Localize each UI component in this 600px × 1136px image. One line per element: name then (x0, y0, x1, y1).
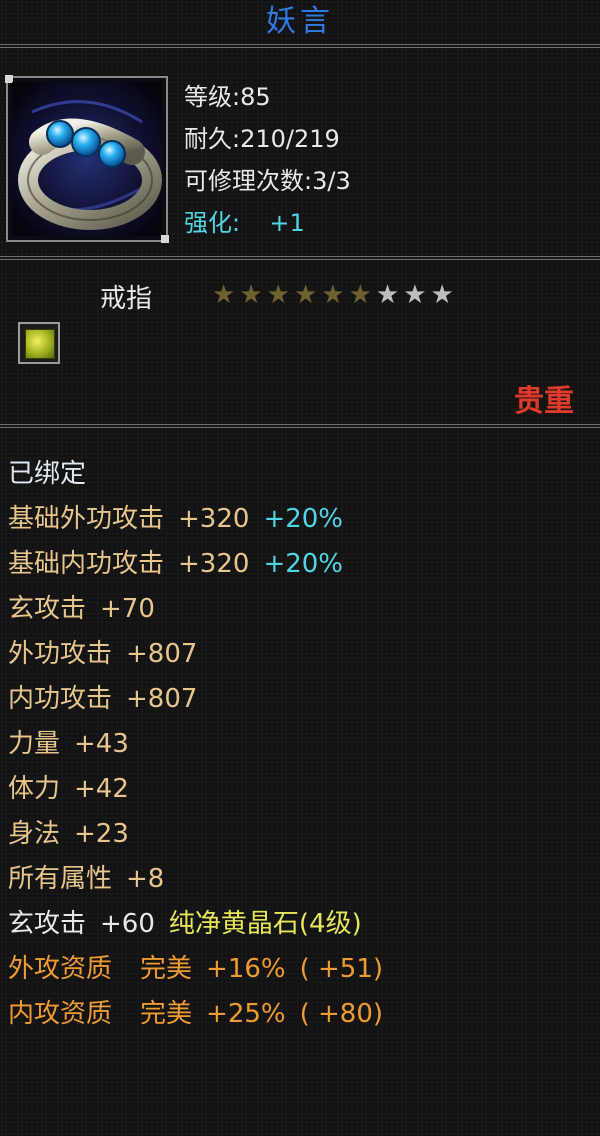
attr-value: +43 (74, 729, 129, 759)
attr-percent: +20% (263, 549, 344, 579)
attr-value: +60 (100, 909, 155, 939)
attr-xuan-attack: 玄攻击 +70 (8, 587, 383, 632)
star-icon: ★ (375, 280, 400, 310)
attr-value: +23 (74, 819, 129, 849)
star-icon: ★ (293, 280, 318, 310)
item-durability: 耐久:210/219 (184, 125, 340, 153)
attr-label: 身法 (8, 819, 61, 849)
divider (0, 44, 600, 48)
attr-agility: 身法 +23 (8, 812, 383, 857)
attr-value: +8 (126, 864, 165, 894)
attr-label: 基础外功攻击 (8, 504, 165, 534)
attr-label: 基础内功攻击 (8, 549, 165, 579)
attr-strength: 力量 +43 (8, 722, 383, 767)
divider (0, 256, 600, 260)
aptitude-bonus: ( +51) (299, 954, 384, 984)
star-icon: ★ (348, 280, 372, 310)
attr-value: +42 (74, 774, 129, 804)
attr-label: 外攻资质 (8, 954, 113, 984)
attr-label: 所有属性 (8, 864, 113, 894)
attr-internal-attack: 内功攻击 +807 (8, 677, 383, 722)
attr-value: +320 (178, 549, 250, 579)
aptitude-grade: 完美 (140, 954, 193, 984)
star-icon: ★ (403, 280, 427, 310)
aptitude-grade: 完美 (140, 999, 193, 1029)
bind-status: 已绑定 (8, 459, 87, 489)
star-icon: ★ (266, 280, 290, 310)
item-icon-frame[interactable] (5, 75, 169, 243)
attr-internal-aptitude: 内攻资质 完美 +25% ( +80) (8, 992, 383, 1037)
attr-vitality: 体力 +42 (8, 767, 383, 812)
divider (0, 424, 600, 428)
enhance-value: +1 (269, 209, 305, 237)
enhance-label: 强化: (184, 209, 241, 237)
attr-external-aptitude: 外攻资质 完美 +16% ( +51) (8, 947, 383, 992)
item-enhance: 强化: +1 (184, 202, 351, 244)
item-type: 戒指 (100, 284, 153, 314)
topaz-gem-icon (25, 329, 55, 359)
ring-icon (12, 82, 162, 236)
attr-base-external-attack: 基础外功攻击 +320 +20% (8, 497, 383, 542)
item-repair-count: 可修理次数:3/3 (184, 167, 351, 195)
attr-label: 外功攻击 (8, 639, 113, 669)
star-icon: ★ (239, 280, 263, 310)
attr-label: 内功攻击 (8, 684, 113, 714)
attr-all-stats: 所有属性 +8 (8, 857, 383, 902)
item-basic-info: 等级:85 耐久:210/219 可修理次数:3/3 强化: +1 (184, 76, 351, 244)
attr-external-attack: 外功攻击 +807 (8, 632, 383, 677)
attr-label: 体力 (8, 774, 61, 804)
attr-label: 玄攻击 (8, 594, 87, 624)
aptitude-bonus: ( +80) (299, 999, 384, 1029)
attr-gem-bonus: 玄攻击 +60 纯净黄晶石(4级) (8, 902, 383, 947)
item-name: 妖言 (266, 4, 334, 39)
attr-label: 力量 (8, 729, 61, 759)
attr-value: +807 (126, 639, 198, 669)
star-icon: ★ (430, 280, 454, 310)
star-rating: ★ ★ ★ ★ ★ ★ ★ ★ ★ (212, 280, 454, 310)
attr-base-internal-attack: 基础内功攻击 +320 +20% (8, 542, 383, 587)
attr-value: +320 (178, 504, 250, 534)
rarity-label: 贵重 (514, 384, 574, 419)
attr-value: +807 (126, 684, 198, 714)
star-icon: ★ (321, 280, 345, 310)
gem-slot[interactable] (18, 322, 60, 364)
item-level: 等级:85 (184, 83, 271, 111)
star-icon: ★ (212, 280, 236, 310)
attr-value: +70 (100, 594, 155, 624)
attr-percent: +20% (263, 504, 344, 534)
aptitude-percent: +16% (206, 954, 286, 984)
attr-label: 内攻资质 (8, 999, 113, 1029)
gem-name: 纯净黄晶石(4级) (168, 909, 362, 939)
aptitude-percent: +25% (206, 999, 286, 1029)
attribute-list: 已绑定 基础外功攻击 +320 +20% 基础内功攻击 +320 +20% 玄攻击 +70… (8, 452, 383, 1037)
attr-label: 玄攻击 (8, 909, 87, 939)
